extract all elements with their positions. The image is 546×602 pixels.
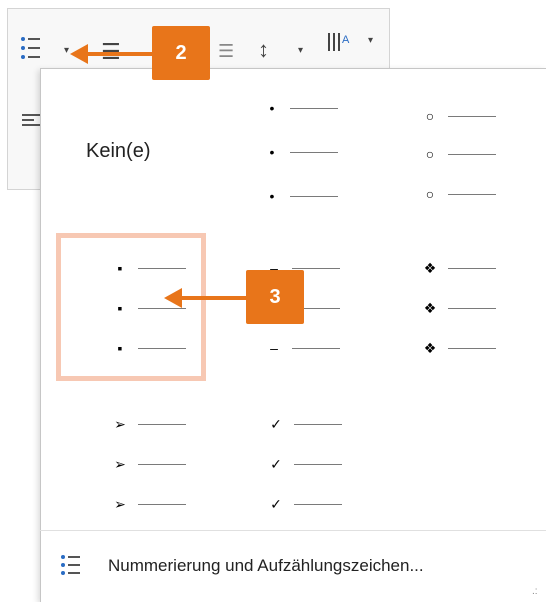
bullet-option-arrowhead[interactable]: ➢ ➢ ➢ [110, 414, 250, 532]
indent-icon[interactable]: ☰ [218, 41, 234, 62]
bullet-list-icon [61, 555, 80, 575]
bullet-line [294, 504, 342, 505]
bullet-dropdown-arrow-icon[interactable]: ▾ [64, 45, 69, 56]
bullet-line [292, 268, 340, 269]
bullet-glyph: ➢ [114, 496, 126, 512]
bullet-line [448, 308, 496, 309]
footer-separator [40, 530, 546, 531]
resize-grip-icon[interactable]: .: [532, 586, 538, 597]
bullet-glyph: ✓ [270, 456, 282, 472]
bullet-line [448, 116, 496, 117]
bullet-line [290, 196, 338, 197]
bullet-line [448, 154, 496, 155]
bullet-glyph: – [270, 340, 278, 356]
bullet-option-none[interactable]: Kein(e) [64, 90, 204, 208]
bullet-glyph: ➢ [114, 416, 126, 432]
bullet-line [138, 504, 186, 505]
line-spacing-dropdown-arrow-icon[interactable]: ▾ [298, 45, 303, 56]
bullet-option-circle[interactable]: ○ ○ ○ [420, 88, 546, 206]
bullet-option-round[interactable]: • • • [262, 88, 402, 206]
align-left-icon[interactable] [22, 113, 40, 129]
line-spacing-icon[interactable]: ↕ [258, 37, 269, 63]
sort-dropdown-arrow-icon[interactable]: ▾ [368, 35, 373, 46]
bullet-glyph: ✓ [270, 416, 282, 432]
bullet-line [138, 308, 186, 309]
define-new-bullet-label: Nummerierung und Aufzählungszeichen... [108, 556, 424, 575]
bullet-line [138, 424, 186, 425]
bullet-glyph: ○ [425, 146, 435, 162]
bullet-glyph: ▪ [117, 260, 123, 276]
bullet-glyph: ▪ [117, 300, 123, 316]
bullet-line [448, 194, 496, 195]
bullet-glyph: • [269, 188, 275, 204]
bullet-line [448, 268, 496, 269]
callout-step-3: 3 [246, 270, 304, 324]
bullet-glyph: • [269, 100, 275, 116]
bullet-glyph: ✓ [270, 496, 282, 512]
bullet-line [138, 464, 186, 465]
bullet-line [294, 424, 342, 425]
callout-arrow-line [86, 52, 152, 56]
bullet-glyph: ❖ [423, 300, 437, 316]
define-new-bullet-button[interactable]: Nummerierung und Aufzählungszeichen... [56, 548, 526, 584]
bullet-glyph: ▪ [117, 340, 123, 356]
bullet-glyph: • [269, 144, 275, 160]
bullet-option-checkmark[interactable]: ✓ ✓ ✓ [266, 414, 406, 532]
bullet-glyph: ❖ [423, 340, 437, 356]
bullet-line [138, 268, 186, 269]
bullet-option-diamond[interactable]: ❖ ❖ ❖ [420, 258, 546, 376]
bullet-line [290, 152, 338, 153]
svg-text:A: A [342, 34, 350, 46]
none-label: Kein(e) [86, 140, 151, 162]
bullet-glyph: ○ [425, 108, 435, 124]
bullet-line [294, 464, 342, 465]
bullet-list-icon[interactable] [20, 35, 40, 61]
bullet-line [448, 348, 496, 349]
callout-arrow-line [180, 296, 246, 300]
bullet-glyph: ○ [425, 186, 435, 202]
bullet-line [138, 348, 186, 349]
callout-step-2: 2 [152, 26, 210, 80]
sort-icon[interactable]: A [326, 29, 350, 57]
bullet-line [290, 108, 338, 109]
bullet-option-square[interactable]: ▪ ▪ ▪ [110, 258, 250, 376]
bullet-glyph: ❖ [423, 260, 437, 276]
bullet-glyph: ➢ [114, 456, 126, 472]
bullet-line [292, 348, 340, 349]
